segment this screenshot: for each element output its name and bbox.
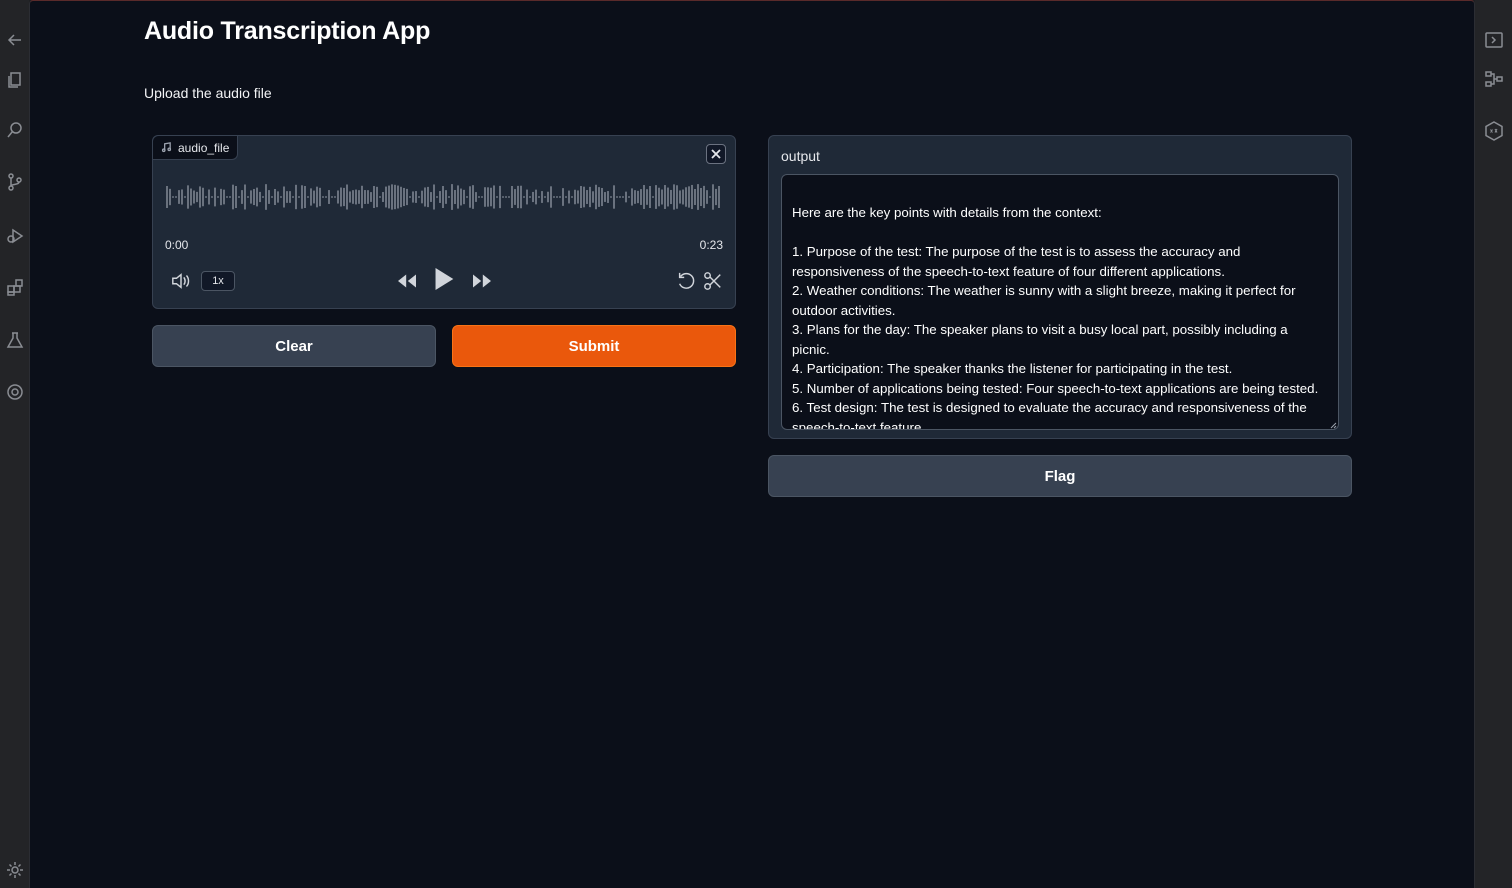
- clear-button[interactable]: Clear: [152, 325, 436, 367]
- resize-handle-icon[interactable]: [1330, 422, 1337, 429]
- remote-icon[interactable]: [5, 382, 25, 402]
- audio-input-label: audio_file: [153, 136, 239, 160]
- audio-label-text: audio_file: [178, 140, 230, 155]
- fast-forward-icon: [473, 274, 491, 288]
- submit-button[interactable]: Submit: [452, 325, 736, 367]
- waveform[interactable]: [165, 172, 723, 222]
- music-note-icon: [161, 142, 172, 153]
- output-panel: output Here are the key points with deta…: [768, 135, 1352, 439]
- rewind-icon: [398, 274, 416, 288]
- gradio-app: Audio Transcription App Upload the audio…: [29, 0, 1475, 888]
- undo-icon: [678, 272, 695, 289]
- panel-toggle-icon[interactable]: [1483, 29, 1505, 51]
- flag-button[interactable]: Flag: [768, 455, 1352, 497]
- play-button[interactable]: [431, 264, 457, 294]
- source-control-icon[interactable]: [5, 172, 25, 192]
- audio-input: audio_file 0:00 0:23 1x: [152, 135, 736, 309]
- debug-icon[interactable]: [5, 226, 25, 246]
- files-icon[interactable]: [5, 70, 25, 90]
- search-icon[interactable]: [5, 120, 25, 140]
- reset-button[interactable]: [675, 270, 697, 292]
- diagram-icon[interactable]: [1483, 68, 1505, 90]
- duration: 0:23: [699, 238, 723, 252]
- settings-gear-icon[interactable]: [5, 860, 25, 880]
- playback-speed-button[interactable]: 1x: [201, 271, 235, 291]
- volume-button[interactable]: [169, 270, 193, 292]
- extensions-icon[interactable]: [5, 278, 25, 298]
- fast-forward-button[interactable]: [469, 270, 495, 292]
- close-icon: [711, 149, 721, 159]
- rewind-button[interactable]: [394, 270, 420, 292]
- back-arrow-icon[interactable]: [5, 30, 25, 50]
- output-textbox[interactable]: Here are the key points with details fro…: [781, 174, 1339, 430]
- secondary-side-bar: [1475, 0, 1512, 888]
- volume-icon: [172, 273, 190, 289]
- page-description: Upload the audio file: [144, 85, 272, 101]
- scissors-icon: [704, 272, 721, 290]
- trim-button[interactable]: [702, 270, 724, 292]
- output-label: output: [781, 148, 820, 164]
- play-icon: [435, 268, 454, 290]
- activity-bar: [0, 0, 29, 888]
- hex-icon[interactable]: [1483, 120, 1505, 142]
- current-time: 0:00: [165, 238, 189, 252]
- remove-audio-button[interactable]: [706, 144, 726, 164]
- page-title: Audio Transcription App: [144, 17, 431, 45]
- flask-icon[interactable]: [5, 330, 25, 350]
